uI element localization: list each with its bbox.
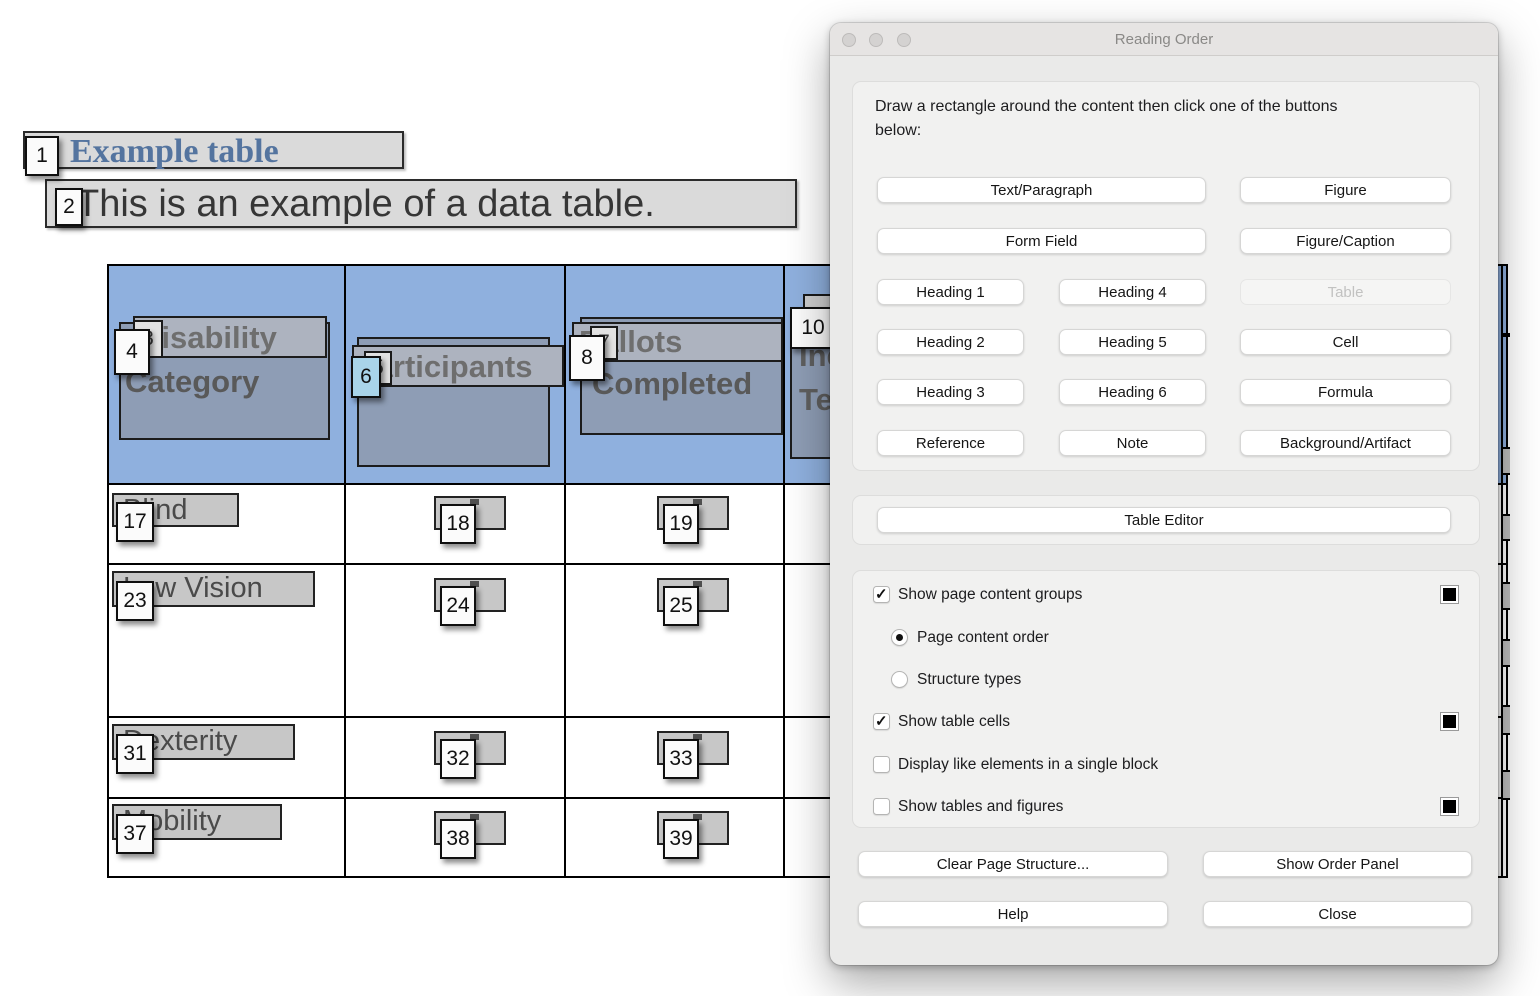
structure-types-radio[interactable] (891, 671, 908, 688)
table-editor-button[interactable]: Table Editor (877, 507, 1451, 533)
show-page-content-groups-label: Show page content groups (898, 586, 1082, 604)
page-content-order-label: Page content order (917, 629, 1049, 647)
reading-order-marker-4[interactable]: 4 (114, 329, 150, 375)
document-heading: Example table (70, 133, 279, 171)
reading-order-marker-18[interactable]: 18 (440, 504, 476, 544)
note-button[interactable]: Note (1059, 430, 1206, 456)
show-table-cells-label: Show table cells (898, 713, 1010, 731)
zoom-window-icon[interactable] (897, 33, 911, 47)
column-border (344, 266, 346, 876)
show-tables-and-figures-label: Show tables and figures (898, 798, 1063, 816)
document-paragraph: This is an example of a data table. (76, 183, 655, 226)
screen: Example table 1 This is an example of a … (0, 0, 1540, 996)
header-text-col4-line2: Te (799, 382, 833, 418)
sliver-line (1503, 333, 1510, 337)
heading-1-button[interactable]: Heading 1 (877, 279, 1024, 305)
sliver-overlay (1503, 514, 1510, 541)
heading-4-button[interactable]: Heading 4 (1059, 279, 1206, 305)
close-window-icon[interactable] (842, 33, 856, 47)
show-order-panel-button[interactable]: Show Order Panel (1203, 851, 1472, 877)
heading-3-button[interactable]: Heading 3 (877, 379, 1024, 405)
reading-order-marker-31[interactable]: 31 (116, 734, 154, 774)
column-border (564, 266, 566, 876)
clear-page-structure-button[interactable]: Clear Page Structure... (858, 851, 1168, 877)
reading-order-marker-33[interactable]: 33 (663, 739, 699, 779)
reference-button[interactable]: Reference (877, 430, 1024, 456)
sliver-overlay (1503, 770, 1510, 800)
heading-6-button[interactable]: Heading 6 (1059, 379, 1206, 405)
reading-order-marker-6-selected[interactable]: 6 (351, 356, 381, 398)
reading-order-dialog: Reading Order Draw a rectangle around th… (830, 23, 1498, 965)
reading-order-marker-1[interactable]: 1 (25, 136, 59, 176)
show-page-content-groups-checkbox[interactable] (873, 586, 890, 603)
background-artifact-button[interactable]: Background/Artifact (1240, 430, 1451, 456)
formula-button[interactable]: Formula (1240, 379, 1451, 405)
page-content-groups-color-swatch[interactable] (1440, 585, 1459, 604)
sliver-overlay (1503, 705, 1510, 735)
form-field-button[interactable]: Form Field (877, 228, 1206, 254)
structure-types-label: Structure types (917, 671, 1021, 689)
display-like-elements-checkbox[interactable] (873, 756, 890, 773)
table-cells-color-swatch[interactable] (1440, 712, 1459, 731)
dialog-title: Reading Order (830, 23, 1498, 56)
reading-order-marker-38[interactable]: 38 (440, 819, 476, 859)
figure-caption-button[interactable]: Figure/Caption (1240, 228, 1451, 254)
reading-order-marker-39[interactable]: 39 (663, 819, 699, 859)
heading-5-button[interactable]: Heading 5 (1059, 329, 1206, 355)
page-content-order-radio[interactable] (891, 629, 908, 646)
reading-order-marker-2[interactable]: 2 (55, 188, 83, 226)
header-text-completed: Completed (592, 366, 752, 402)
cell-button[interactable]: Cell (1240, 329, 1451, 355)
minimize-window-icon[interactable] (869, 33, 883, 47)
reading-order-marker-8[interactable]: 8 (569, 335, 605, 381)
show-tables-and-figures-checkbox[interactable] (873, 798, 890, 815)
column-border (783, 266, 785, 876)
reading-order-marker-25[interactable]: 25 (663, 586, 699, 626)
text-paragraph-button[interactable]: Text/Paragraph (877, 177, 1206, 203)
sliver-overlay (1503, 582, 1510, 610)
display-options-group (852, 570, 1480, 828)
tables-and-figures-color-swatch[interactable] (1440, 797, 1459, 816)
reading-order-marker-19[interactable]: 19 (663, 504, 699, 544)
reading-order-marker-24[interactable]: 24 (440, 586, 476, 626)
sliver-overlay (1503, 447, 1510, 475)
figure-button[interactable]: Figure (1240, 177, 1451, 203)
reading-order-marker-17[interactable]: 17 (116, 502, 154, 542)
sliver-overlay (1503, 639, 1510, 667)
help-button[interactable]: Help (858, 901, 1168, 927)
reading-order-marker-37[interactable]: 37 (116, 814, 154, 854)
reading-order-marker-23[interactable]: 23 (116, 581, 154, 621)
reading-order-marker-32[interactable]: 32 (440, 739, 476, 779)
heading-2-button[interactable]: Heading 2 (877, 329, 1024, 355)
show-table-cells-checkbox[interactable] (873, 713, 890, 730)
instruction-text: Draw a rectangle around the content then… (875, 95, 1375, 143)
display-like-elements-label: Display like elements in a single block (898, 756, 1158, 774)
close-button[interactable]: Close (1203, 901, 1472, 927)
dialog-titlebar[interactable]: Reading Order (830, 23, 1498, 56)
table-button[interactable]: Table (1240, 279, 1451, 305)
